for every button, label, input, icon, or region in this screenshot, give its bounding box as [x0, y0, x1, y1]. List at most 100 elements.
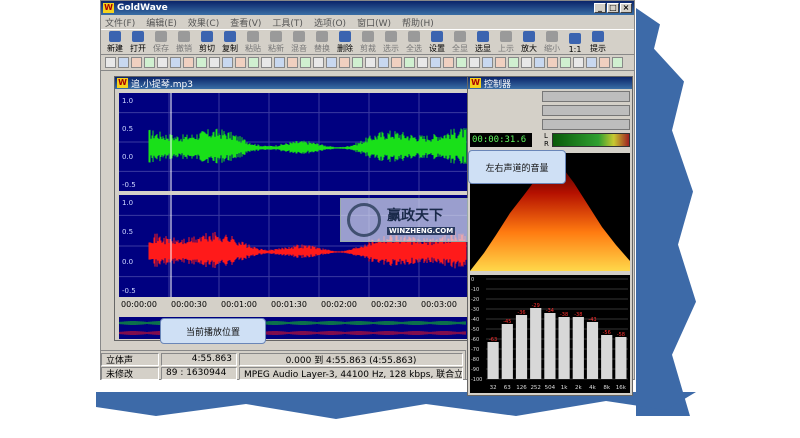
effect-tool-icon[interactable]	[599, 57, 610, 68]
eq-bar	[572, 317, 584, 379]
effect-tool-icon[interactable]	[248, 57, 259, 68]
effect-tool-icon[interactable]	[183, 57, 194, 68]
toolbar-icon	[247, 31, 259, 42]
effect-tool-icon[interactable]	[404, 57, 415, 68]
toolbar-button-13[interactable]: 全选	[403, 30, 425, 54]
effect-tool-icon[interactable]	[547, 57, 558, 68]
menu-tools[interactable]: 工具(T)	[272, 16, 303, 29]
effect-tool-icon[interactable]	[417, 57, 428, 68]
toolbar-button-0[interactable]: 新建	[104, 30, 126, 54]
amplitude-tick: 1.0	[122, 97, 134, 105]
effect-tool-icon[interactable]	[391, 57, 402, 68]
effect-tool-icon[interactable]	[521, 57, 532, 68]
toolbar-label: 剪切	[199, 44, 215, 53]
effect-tool-icon[interactable]	[456, 57, 467, 68]
menu-file[interactable]: 文件(F)	[105, 16, 135, 29]
eq-value-label: -38	[574, 312, 582, 318]
close-button[interactable]: ×	[620, 3, 632, 13]
doc-logo-icon: W	[117, 78, 128, 88]
effect-tool-icon[interactable]	[573, 57, 584, 68]
toolbar-button-11[interactable]: 剪裁	[357, 30, 379, 54]
toolbar-button-16[interactable]: 选显	[472, 30, 494, 54]
effect-tool-icon[interactable]	[352, 57, 363, 68]
effect-tool-icon[interactable]	[495, 57, 506, 68]
effect-tool-icon[interactable]	[196, 57, 207, 68]
effect-tool-icon[interactable]	[131, 57, 142, 68]
toolbar-button-2[interactable]: 保存	[150, 30, 172, 54]
effect-tool-icon[interactable]	[339, 57, 350, 68]
toolbar-button-9[interactable]: 替换	[311, 30, 333, 54]
effect-tool-icon[interactable]	[235, 57, 246, 68]
menu-effects[interactable]: 效果(C)	[188, 16, 219, 29]
effect-tool-icon[interactable]	[378, 57, 389, 68]
toolbar-icon	[155, 31, 167, 42]
toolbar-button-21[interactable]: 提示	[587, 30, 609, 54]
controller-title-bar: W 控制器	[468, 77, 632, 90]
toolbar-button-8[interactable]: 混音	[288, 30, 310, 54]
effect-tool-icon[interactable]	[157, 57, 168, 68]
toolbar-button-15[interactable]: 全显	[449, 30, 471, 54]
volume-slider[interactable]	[542, 91, 630, 102]
toolbar-button-17[interactable]: 上示	[495, 30, 517, 54]
effect-tool-icon[interactable]	[274, 57, 285, 68]
toolbar-button-12[interactable]: 选示	[380, 30, 402, 54]
amplitude-tick: 0.5	[122, 228, 134, 237]
menu-window[interactable]: 窗口(W)	[357, 16, 391, 29]
toolbar-button-4[interactable]: 剪切	[196, 30, 218, 54]
balance-slider[interactable]	[542, 105, 630, 116]
effect-tool-icon[interactable]	[443, 57, 454, 68]
eq-value-label: -45	[503, 319, 511, 325]
effect-tool-icon[interactable]	[560, 57, 571, 68]
effect-tool-icon[interactable]	[430, 57, 441, 68]
effect-tool-icon[interactable]	[482, 57, 493, 68]
timeline-ruler[interactable]: 00:00:00 00:00:30 00:01:00 00:01:30 00:02:00…	[119, 299, 467, 313]
toolbar-icon	[362, 31, 374, 42]
effect-tool-icon[interactable]	[144, 57, 155, 68]
minimize-button[interactable]: _	[594, 3, 606, 13]
maximize-button[interactable]: □	[607, 3, 619, 13]
effect-tool-icon[interactable]	[313, 57, 324, 68]
effect-tool-icon[interactable]	[365, 57, 376, 68]
toolbar-label: 全选	[406, 44, 422, 53]
effect-tool-icon[interactable]	[222, 57, 233, 68]
effect-tool-icon[interactable]	[508, 57, 519, 68]
effect-tool-icon[interactable]	[534, 57, 545, 68]
timeline-label: 00:03:00	[421, 300, 457, 309]
effect-tool-icon[interactable]	[586, 57, 597, 68]
menu-help[interactable]: 帮助(H)	[402, 16, 434, 29]
timeline-label: 00:02:00	[321, 300, 357, 309]
toolbar-button-7[interactable]: 粘新	[265, 30, 287, 54]
status-row-2: 未修改 89 : 1630944 MPEG Audio Layer-3, 441…	[101, 366, 465, 380]
effect-tool-icon[interactable]	[300, 57, 311, 68]
speed-slider[interactable]	[542, 119, 630, 130]
menu-view[interactable]: 查看(V)	[230, 16, 261, 29]
menu-options[interactable]: 选项(O)	[314, 16, 346, 29]
toolbar-button-3[interactable]: 撤销	[173, 30, 195, 54]
channel-mode[interactable]: 立体声	[101, 352, 159, 366]
effect-tool-icon[interactable]	[287, 57, 298, 68]
toolbar-button-5[interactable]: 复制	[219, 30, 241, 54]
effect-tool-icon[interactable]	[118, 57, 129, 68]
title-bar: W GoldWave _ □ ×	[101, 1, 634, 15]
effect-tool-icon[interactable]	[170, 57, 181, 68]
effect-tool-icon[interactable]	[326, 57, 337, 68]
toolbar-button-1[interactable]: 打开	[127, 30, 149, 54]
controller-window: W 控制器 00:00:31.6 L R 0 -10 -20 -30 -40 -50 -60…	[467, 76, 633, 396]
audio-format: MPEG Audio Layer-3, 44100 Hz, 128 kbps, …	[239, 366, 463, 380]
effect-tool-icon[interactable]	[105, 57, 116, 68]
toolbar-button-10[interactable]: 删除	[334, 30, 356, 54]
toolbar-button-6[interactable]: 粘贴	[242, 30, 264, 54]
effect-tool-icon[interactable]	[261, 57, 272, 68]
waveform-left-channel[interactable]: 1.0 0.5 0.0 -0.5	[119, 93, 467, 191]
effect-tool-icon[interactable]	[612, 57, 623, 68]
effect-tool-icon[interactable]	[469, 57, 480, 68]
toolbar-button-18[interactable]: 放大	[518, 30, 540, 54]
eq-band-label: 63	[504, 385, 511, 391]
effect-tool-icon[interactable]	[209, 57, 220, 68]
timeline-label: 00:01:30	[271, 300, 307, 309]
toolbar-button-14[interactable]: 设置	[426, 30, 448, 54]
menu-edit[interactable]: 编辑(E)	[146, 16, 177, 29]
toolbar-button-20[interactable]: 1:1	[564, 30, 586, 54]
toolbar-button-19[interactable]: 缩小	[541, 30, 563, 54]
toolbar-label: 1:1	[568, 45, 582, 54]
